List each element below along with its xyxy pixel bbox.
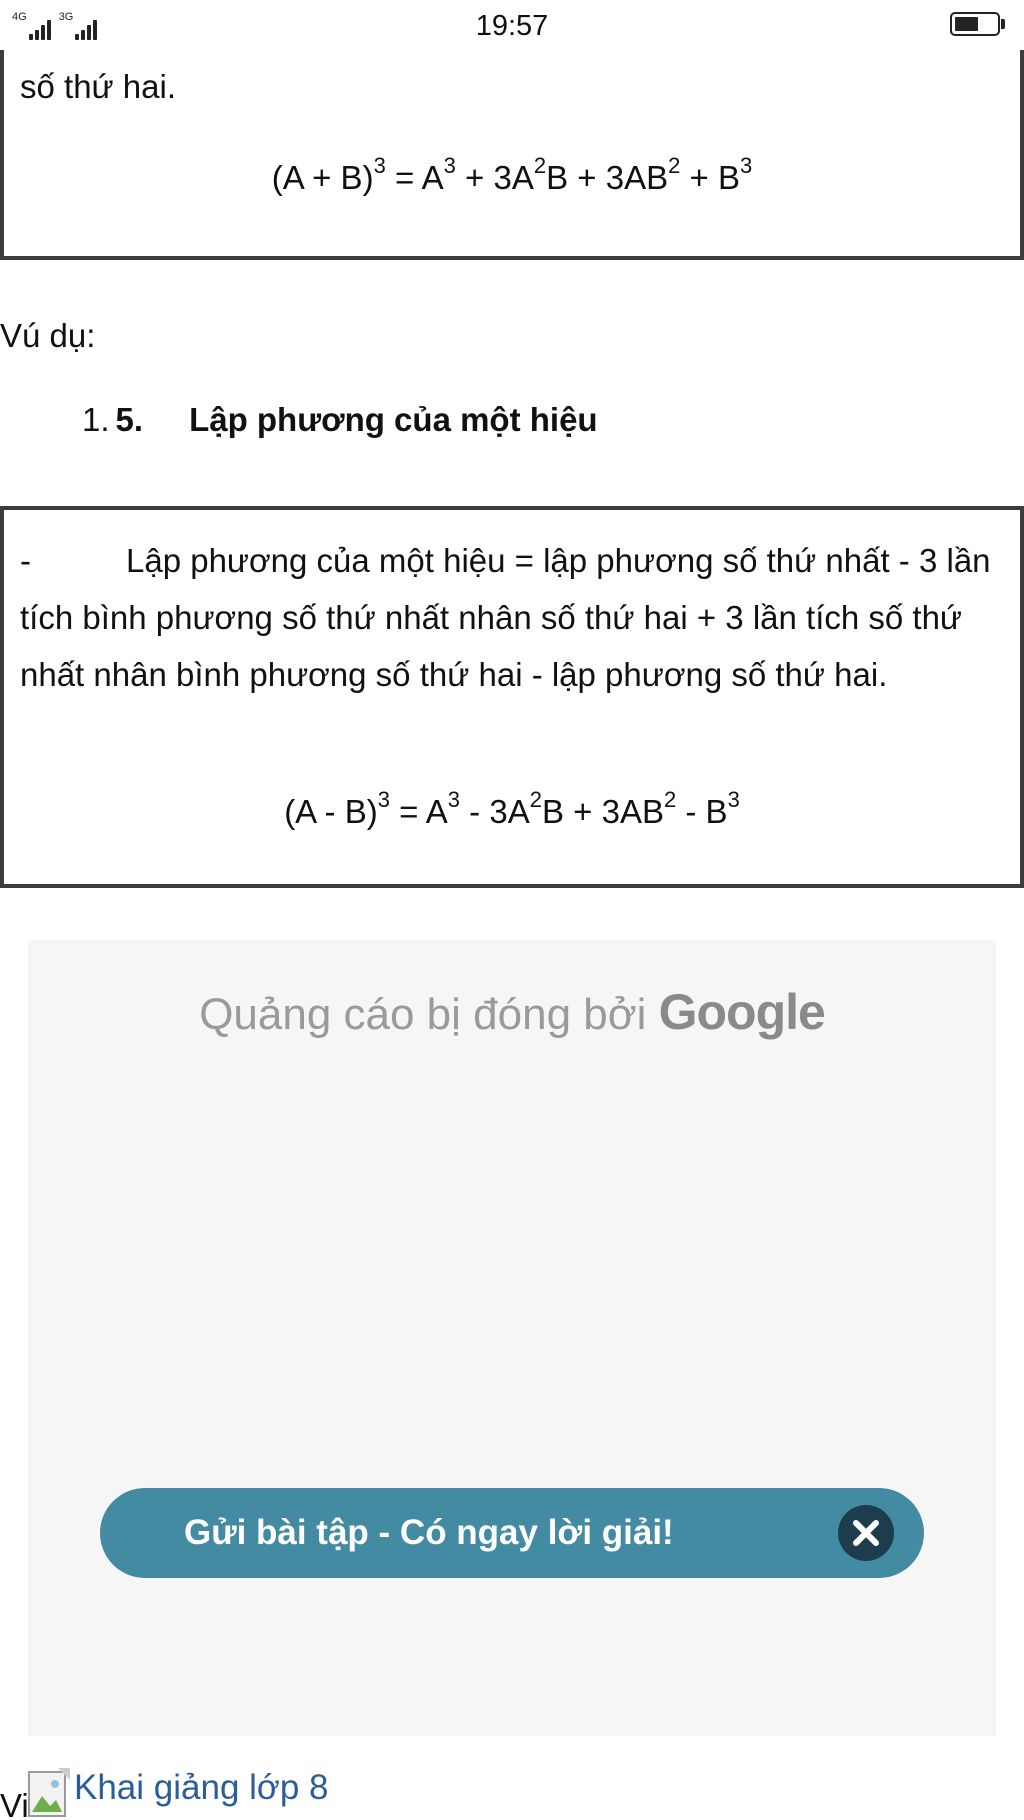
formula-part: + 3A bbox=[455, 159, 534, 196]
section-title: Lập phương của một hiệu bbox=[189, 401, 598, 438]
google-logo: Google bbox=[658, 984, 826, 1040]
formula-part: - 3A bbox=[460, 793, 530, 830]
definition-body: Lập phương của một hiệu = lập phương số … bbox=[20, 542, 991, 693]
clock: 19:57 bbox=[475, 10, 549, 42]
definition-box-cube-of-difference: - Lập phương của một hiệu = lập phương số… bbox=[0, 506, 1024, 888]
section-heading: 1. 5. Lập phương của một hiệu bbox=[82, 398, 598, 442]
formula-cube-of-difference: (A - B)3 = A3 - 3A2B + 3AB2 - B3 bbox=[4, 789, 1020, 832]
battery-level bbox=[955, 17, 978, 31]
battery-tip bbox=[1001, 19, 1005, 29]
definition-text: - Lập phương của một hiệu = lập phương số… bbox=[20, 532, 1004, 703]
formula-exponent: 3 bbox=[727, 787, 740, 812]
formula-exponent: 2 bbox=[663, 787, 677, 812]
formula-exponent: 3 bbox=[739, 153, 753, 178]
close-icon[interactable] bbox=[838, 1505, 894, 1561]
khai-giang-link[interactable]: Khai giảng lớp 8 bbox=[74, 1768, 329, 1808]
formula-part: B + 3AB bbox=[546, 159, 669, 196]
submit-homework-label: Gửi bài tập - Có ngay lời giải! bbox=[184, 1513, 674, 1552]
ad-closed-text: Quảng cáo bị đóng bởi bbox=[199, 990, 659, 1039]
ad-closed-message: Quảng cáo bị đóng bởi Google bbox=[28, 984, 996, 1043]
formula-exponent: 2 bbox=[529, 787, 542, 812]
formula-exponent: 3 bbox=[377, 787, 390, 812]
formula-part: = A bbox=[389, 793, 448, 830]
formula-exponent: 3 bbox=[443, 153, 456, 178]
broken-image-icon bbox=[28, 1766, 72, 1820]
bottom-content-row: Vi Khai giảng lớp 8 bbox=[0, 1766, 1024, 1820]
ad-container: Quảng cáo bị đóng bởi Google bbox=[28, 940, 996, 1736]
formula-part: - B bbox=[676, 793, 728, 830]
partial-text: Vi bbox=[0, 1787, 29, 1820]
formula-part: B + 3AB bbox=[541, 793, 664, 830]
formula-part: + B bbox=[680, 159, 740, 196]
formula-part: (A + B) bbox=[271, 159, 374, 196]
page: 4G 3G 19:57 số thứ hai. (A + B)3 = A3 + … bbox=[0, 0, 1024, 1820]
definition-text: số thứ hai. bbox=[20, 68, 177, 105]
bullet-dash: - bbox=[20, 542, 31, 579]
battery-icon bbox=[950, 12, 1000, 36]
formula-part: = A bbox=[385, 159, 444, 196]
formula-part: (A - B) bbox=[284, 793, 378, 830]
formula-exponent: 2 bbox=[533, 153, 547, 178]
formula-exponent: 2 bbox=[668, 153, 681, 178]
section-list-number: 1. bbox=[82, 401, 110, 438]
section-number: 5. bbox=[115, 401, 144, 438]
formula-exponent: 3 bbox=[447, 787, 461, 812]
formula-exponent: 3 bbox=[373, 153, 386, 178]
example-label: Vú dụ: bbox=[0, 317, 96, 354]
formula-cube-of-sum: (A + B)3 = A3 + 3A2B + 3AB2 + B3 bbox=[4, 155, 1020, 198]
submit-homework-banner[interactable]: Gửi bài tập - Có ngay lời giải! bbox=[100, 1488, 924, 1578]
status-bar: 4G 3G 19:57 bbox=[0, 0, 1024, 50]
